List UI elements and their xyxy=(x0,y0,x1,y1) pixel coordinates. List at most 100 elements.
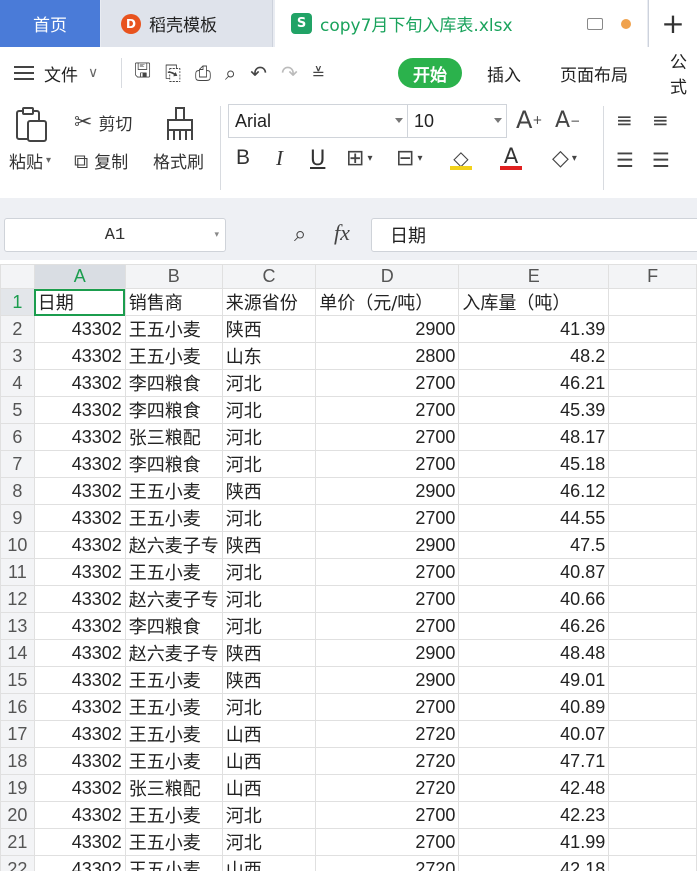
tab-formula[interactable]: 公式 xyxy=(670,48,697,98)
borders-icon[interactable]: ⊞ ▾ xyxy=(346,146,372,171)
tab-file[interactable]: S copy7月下旬入库表.xlsx xyxy=(275,0,647,47)
font-color-icon[interactable]: A xyxy=(500,144,522,170)
row-header[interactable]: 19 xyxy=(0,774,35,802)
cell-e[interactable]: 42.23 xyxy=(458,801,610,829)
row-header[interactable]: 1 xyxy=(0,288,35,316)
cell-f[interactable] xyxy=(608,747,697,775)
cell-a[interactable]: 43302 xyxy=(33,504,126,532)
cell-d[interactable]: 2900 xyxy=(315,639,460,667)
cell-f[interactable] xyxy=(608,855,697,871)
cell-e[interactable]: 41.99 xyxy=(458,828,610,856)
cell-b[interactable]: 王五小麦 xyxy=(124,477,223,505)
redo-icon[interactable]: ↷ xyxy=(281,61,298,85)
cell-f[interactable] xyxy=(608,558,697,586)
tab-docer[interactable]: D 稻壳模板 xyxy=(101,0,273,47)
cell-a[interactable]: 43302 xyxy=(33,477,126,505)
cell-b[interactable]: 王五小麦 xyxy=(124,747,223,775)
cell-f[interactable] xyxy=(608,450,697,478)
cell-a[interactable]: 日期 xyxy=(33,288,126,316)
cell-f[interactable] xyxy=(608,720,697,748)
cell-a[interactable]: 43302 xyxy=(33,450,126,478)
cell-c[interactable]: 河北 xyxy=(221,423,317,451)
format-painter-button[interactable]: 格式刷 xyxy=(153,148,204,173)
underline-icon[interactable]: U xyxy=(310,146,325,170)
cell-f[interactable] xyxy=(608,774,697,802)
cell-c[interactable]: 河北 xyxy=(221,801,317,829)
new-tab-button[interactable]: + xyxy=(648,0,697,47)
row-header[interactable]: 14 xyxy=(0,639,35,667)
cell-e[interactable]: 40.66 xyxy=(458,585,610,613)
cell-c[interactable]: 山西 xyxy=(221,855,317,871)
cell-b[interactable]: 销售商 xyxy=(124,288,223,316)
print-preview-icon[interactable]: ⌕ xyxy=(225,61,236,85)
cell-f[interactable] xyxy=(608,666,697,694)
copy-button[interactable]: ⧉ 复制 xyxy=(74,148,128,174)
cell-f[interactable] xyxy=(608,315,697,343)
cell-a[interactable]: 43302 xyxy=(33,747,126,775)
cell-b[interactable]: 赵六麦子专 xyxy=(124,639,223,667)
cell-e[interactable]: 48.17 xyxy=(458,423,610,451)
cell-a[interactable]: 43302 xyxy=(33,720,126,748)
cell-c[interactable]: 山西 xyxy=(221,774,317,802)
eraser-icon[interactable]: ◇ ▾ xyxy=(552,146,577,171)
cell-b[interactable]: 张三粮配 xyxy=(124,423,223,451)
row-header[interactable]: 12 xyxy=(0,585,35,613)
cell-f[interactable] xyxy=(608,612,697,640)
cell-c[interactable]: 陕西 xyxy=(221,531,317,559)
bold-icon[interactable]: B xyxy=(236,146,250,170)
cell-b[interactable]: 王五小麦 xyxy=(124,855,223,871)
row-header[interactable]: 21 xyxy=(0,828,35,856)
cell-b[interactable]: 王五小麦 xyxy=(124,801,223,829)
cell-f[interactable] xyxy=(608,423,697,451)
cell-c[interactable]: 陕西 xyxy=(221,477,317,505)
file-menu[interactable]: 文件 ∨ xyxy=(14,48,98,98)
cell-d[interactable]: 2700 xyxy=(315,369,460,397)
cell-b[interactable]: 赵六麦子专 xyxy=(124,531,223,559)
cell-a[interactable]: 43302 xyxy=(33,639,126,667)
tab-insert[interactable]: 插入 xyxy=(487,48,521,98)
cell-b[interactable]: 李四粮食 xyxy=(124,450,223,478)
row-header[interactable]: 3 xyxy=(0,342,35,370)
font-name-select[interactable]: Arial xyxy=(228,104,408,138)
column-header-c[interactable]: C xyxy=(221,264,317,289)
column-header-e[interactable]: E xyxy=(458,264,610,289)
row-header[interactable]: 2 xyxy=(0,315,35,343)
row-header[interactable]: 18 xyxy=(0,747,35,775)
column-header-a[interactable]: A xyxy=(33,264,126,289)
paste-button[interactable]: 粘贴 ▾ xyxy=(9,148,51,173)
fx-icon[interactable]: fx xyxy=(334,220,350,246)
decrease-font-icon[interactable]: A − xyxy=(555,108,580,133)
cell-a[interactable]: 43302 xyxy=(33,774,126,802)
row-header[interactable]: 6 xyxy=(0,423,35,451)
row-header[interactable]: 5 xyxy=(0,396,35,424)
cell-b[interactable]: 李四粮食 xyxy=(124,612,223,640)
cell-b[interactable]: 李四粮食 xyxy=(124,369,223,397)
cell-d[interactable]: 2900 xyxy=(315,666,460,694)
cell-c[interactable]: 河北 xyxy=(221,558,317,586)
cell-d[interactable]: 2700 xyxy=(315,450,460,478)
cell-f[interactable] xyxy=(608,504,697,532)
cell-e[interactable]: 46.21 xyxy=(458,369,610,397)
cell-c[interactable]: 山西 xyxy=(221,720,317,748)
cell-d[interactable]: 2900 xyxy=(315,477,460,505)
row-header[interactable]: 15 xyxy=(0,666,35,694)
row-header[interactable]: 20 xyxy=(0,801,35,829)
cell-c[interactable]: 河北 xyxy=(221,693,317,721)
cell-b[interactable]: 张三粮配 xyxy=(124,774,223,802)
cell-f[interactable] xyxy=(608,828,697,856)
cell-d[interactable]: 2700 xyxy=(315,828,460,856)
cell-c[interactable]: 陕西 xyxy=(221,639,317,667)
cell-e[interactable]: 40.07 xyxy=(458,720,610,748)
cell-d[interactable]: 2700 xyxy=(315,693,460,721)
cell-c[interactable]: 山西 xyxy=(221,747,317,775)
cell-b[interactable]: 王五小麦 xyxy=(124,666,223,694)
cell-c[interactable]: 来源省份 xyxy=(221,288,317,316)
cell-c[interactable]: 陕西 xyxy=(221,315,317,343)
font-size-select[interactable]: 10 xyxy=(407,104,507,138)
increase-font-icon[interactable]: A + xyxy=(516,106,542,134)
cell-e[interactable]: 41.39 xyxy=(458,315,610,343)
cell-d[interactable]: 2700 xyxy=(315,585,460,613)
align-left-icon[interactable]: ☰ xyxy=(616,148,634,172)
cell-a[interactable]: 43302 xyxy=(33,666,126,694)
cell-b[interactable]: 李四粮食 xyxy=(124,396,223,424)
